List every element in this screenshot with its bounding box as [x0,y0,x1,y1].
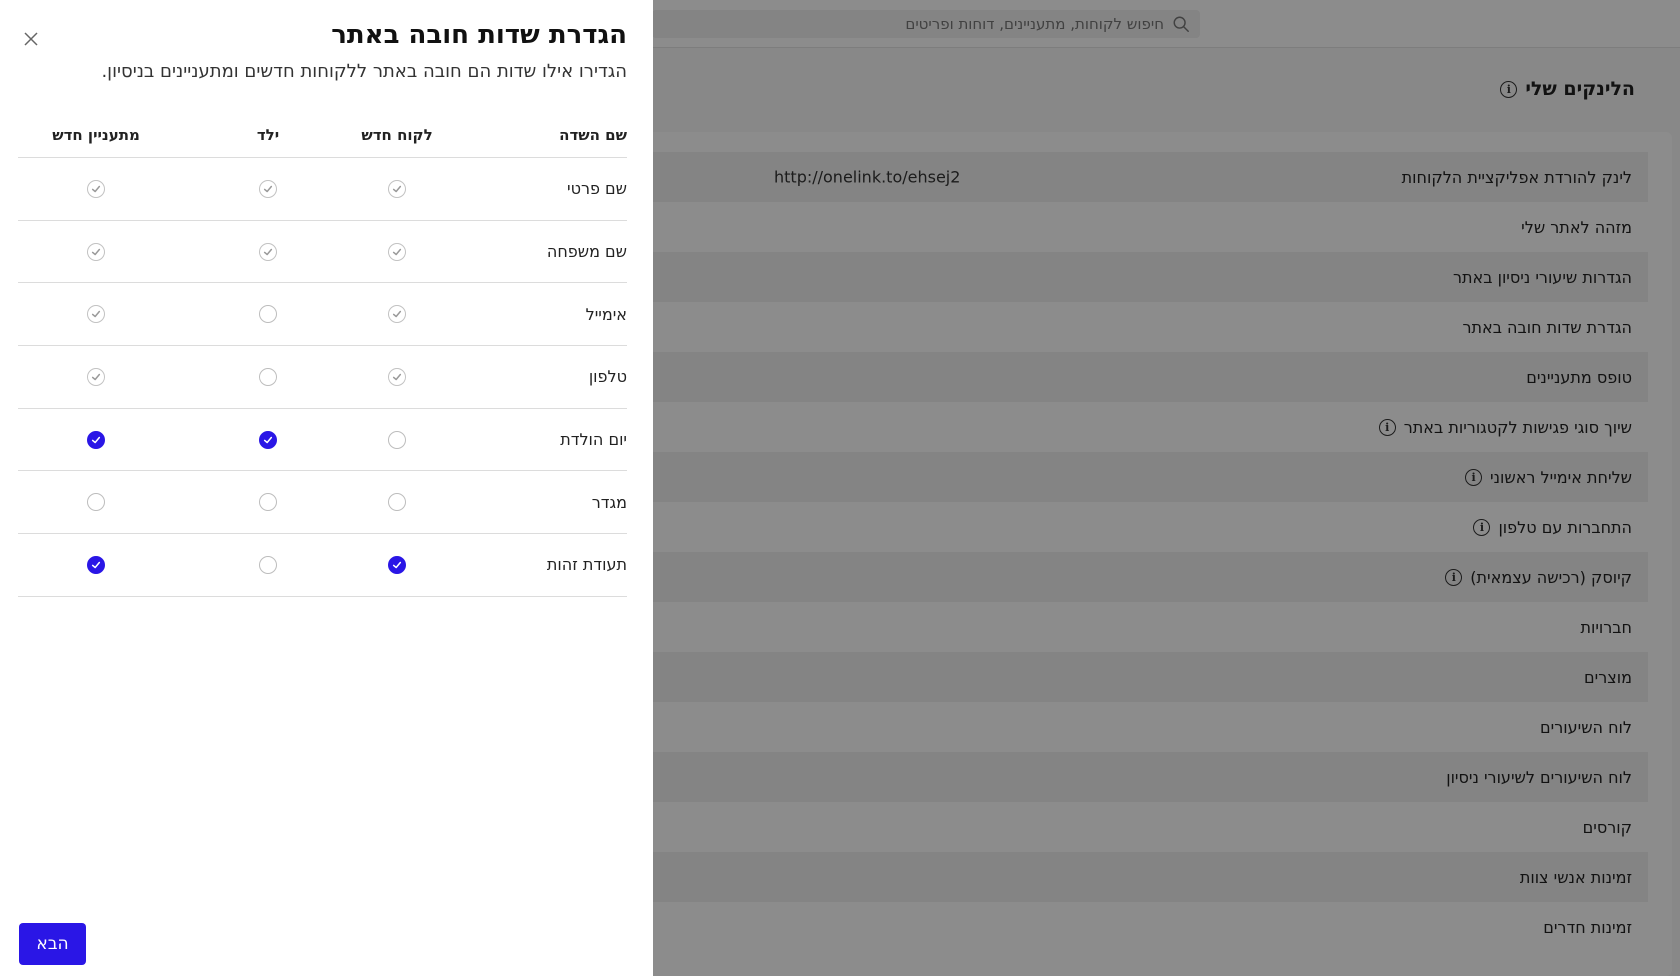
check-icon [392,310,402,318]
cell-new-customer [337,534,457,596]
required-fields-drawer: הגדרת שדות חובה באתר הגדירו אילו שדות הם… [0,0,653,976]
checkbox-new-lead[interactable] [87,305,105,324]
drawer-title: הגדרת שדות חובה באתר [331,20,627,50]
checkbox-child[interactable] [259,179,277,198]
cell-child [208,471,328,533]
check-icon [263,436,273,443]
table-row: אימייל [18,283,627,347]
table-row: שם משפחה [18,221,627,284]
checkbox-child[interactable] [259,242,277,261]
checkbox-new-lead[interactable] [87,179,105,198]
cell-new-customer [337,221,457,283]
cell-new-lead [26,409,166,471]
field-name: יום הולדת [560,430,627,450]
cell-new-customer [337,158,457,220]
field-name: שם משפחה [546,242,627,262]
column-header-new-customer: לקוח חדש [361,125,433,144]
next-button[interactable]: הבא [19,923,86,965]
field-name: אימייל [585,304,627,324]
cell-child [208,221,328,283]
required-fields-table: שם השדה לקוח חדש ילד מתעניין חדש שם פרטי… [18,112,627,597]
checkbox-child[interactable] [259,305,277,324]
cell-new-lead [26,346,166,408]
field-name: טלפון [588,367,627,387]
cell-new-customer [337,471,457,533]
table-header: שם השדה לקוח חדש ילד מתעניין חדש [18,112,627,158]
table-row: מגדר [18,471,627,535]
cell-new-customer [337,346,457,408]
checkbox-child[interactable] [259,555,277,574]
table-row: טלפון [18,346,627,409]
checkbox-new-customer[interactable] [388,430,406,449]
checkbox-child[interactable] [259,430,277,449]
check-icon [263,185,273,193]
checkbox-new-customer[interactable] [388,179,406,198]
check-icon [91,436,101,443]
cell-new-customer [337,409,457,471]
field-name: תעודת זהות [546,555,627,575]
table-row: תעודת זהות [18,534,627,597]
checkbox-new-lead[interactable] [87,242,105,261]
checkbox-new-lead[interactable] [87,367,105,386]
check-icon [392,561,402,569]
cell-child [208,409,328,471]
close-button[interactable] [21,29,41,49]
table-row: יום הולדת [18,409,627,472]
checkbox-new-customer[interactable] [388,367,406,386]
check-icon [392,185,402,193]
column-header-new-lead: מתעניין חדש [52,125,140,144]
cell-new-lead [26,534,166,596]
check-icon [392,248,402,255]
column-header-field-name: שם השדה [559,125,627,144]
column-header-child: ילד [256,125,280,144]
cell-new-lead [26,158,166,220]
checkbox-new-customer[interactable] [388,555,406,574]
checkbox-new-lead[interactable] [87,430,105,449]
check-icon [91,561,101,569]
field-name: שם פרטי [566,179,627,199]
checkbox-new-customer[interactable] [388,242,406,261]
table-row: שם פרטי [18,158,627,221]
cell-new-lead [26,283,166,345]
check-icon [91,310,101,318]
check-icon [392,373,402,381]
field-name: מגדר [591,492,627,512]
checkbox-child[interactable] [259,493,277,512]
check-icon [91,248,101,255]
check-icon [263,248,273,255]
cell-child [208,534,328,596]
check-icon [91,185,101,193]
cell-new-lead [26,221,166,283]
cell-new-lead [26,471,166,533]
cell-child [208,158,328,220]
checkbox-new-customer[interactable] [388,493,406,512]
cell-new-customer [337,283,457,345]
checkbox-new-lead[interactable] [87,493,105,512]
checkbox-child[interactable] [259,367,277,386]
close-icon [24,32,38,46]
cell-child [208,346,328,408]
drawer-subtitle: הגדירו אילו שדות הם חובה באתר ללקוחות חד… [101,61,627,82]
checkbox-new-lead[interactable] [87,555,105,574]
check-icon [91,373,101,381]
checkbox-new-customer[interactable] [388,305,406,324]
cell-child [208,283,328,345]
